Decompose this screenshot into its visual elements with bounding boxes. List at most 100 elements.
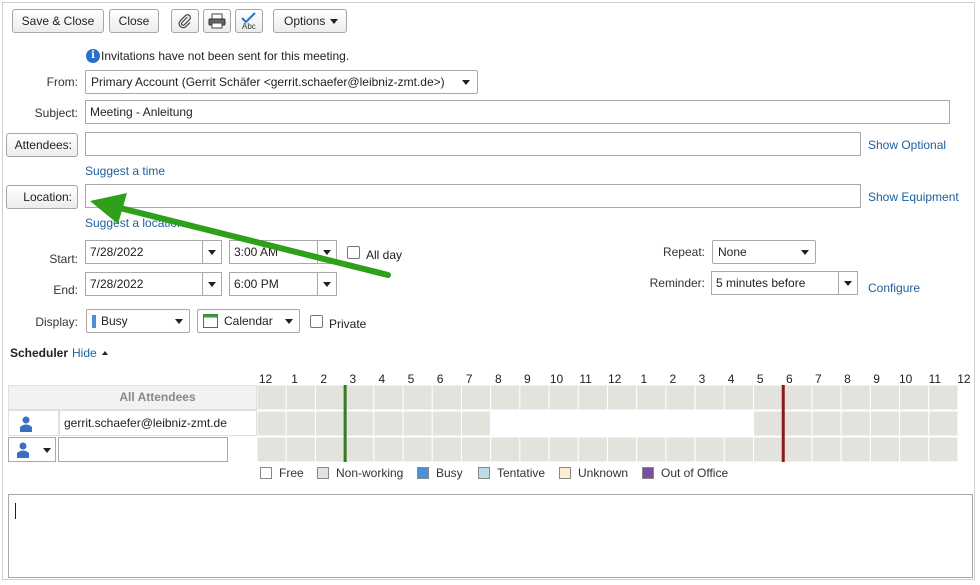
hour-label: 3 [349,372,357,386]
time-slot [928,436,958,463]
time-slot [869,410,901,437]
spellcheck-label: Abc [242,22,256,30]
start-time-dropdown[interactable] [317,240,337,264]
reminder-dropdown[interactable] [838,271,858,295]
calendar-select[interactable]: Calendar [197,309,300,333]
time-slot [460,410,492,437]
legend-label: Non-working [336,466,404,480]
legend-label: Unknown [578,466,629,480]
start-date-input[interactable]: 7/28/2022 [85,240,203,264]
attendees-input[interactable] [85,132,861,156]
hour-label: 8 [494,372,502,386]
hour-label: 11 [928,372,942,386]
time-slot [899,410,930,437]
location-button[interactable]: Location: [6,185,78,209]
printer-icon [208,13,226,29]
calendar-icon [203,314,218,328]
show-optional-link[interactable]: Show Optional [868,138,946,152]
time-slot [694,385,725,411]
display-select[interactable]: Busy [86,309,190,333]
from-label: From: [46,75,78,89]
reminder-input[interactable]: 5 minutes before [711,271,839,295]
start-time-input[interactable]: 3:00 AM [229,240,318,264]
time-slot [723,436,755,463]
time-slot [285,385,316,411]
time-slot [665,436,696,463]
hour-label: 9 [524,372,531,386]
suggest-location-link[interactable]: Suggest a location [85,216,184,230]
hour-label: 11 [579,372,592,386]
legend-label: Out of Office [661,466,729,480]
time-slot [490,436,521,463]
all-attendees-label: All Attendees [119,390,196,404]
legend-swatch [642,467,654,479]
scheduler-hide-link[interactable]: Hide [72,346,108,360]
time-slot [431,385,462,411]
repeat-select[interactable]: None [712,240,816,264]
attendee-role-cell[interactable] [8,410,59,436]
location-input[interactable] [85,184,861,208]
time-slot [753,436,784,463]
notes-editor[interactable] [8,494,973,578]
options-label: Options [284,14,326,28]
time-slot [811,410,842,437]
hour-label: 4 [727,372,735,386]
new-attendee-role-select[interactable] [8,437,56,462]
end-time-dropdown[interactable] [317,272,337,296]
suggest-time-link[interactable]: Suggest a time [85,164,165,178]
attendee-email: gerrit.schaefer@leibniz-zmt.de [59,410,257,436]
chevron-down-icon [323,282,331,287]
private-label: Private [329,317,367,331]
private-checkbox[interactable] [310,315,323,328]
scheduler-timeline [257,385,958,463]
time-slot [314,436,346,463]
time-slot [840,436,871,463]
show-equipment-link[interactable]: Show Equipment [868,190,959,204]
display-label: Display: [35,315,78,329]
chevron-down-icon [175,319,183,324]
time-slot [753,385,784,411]
time-slot [460,436,492,463]
all-day-checkbox[interactable] [347,246,360,259]
time-slot [344,385,375,411]
time-slot [344,410,375,437]
chevron-down-icon [323,250,331,255]
end-date-input[interactable]: 7/28/2022 [85,272,203,296]
time-slot [811,436,842,463]
configure-link[interactable]: Configure [868,281,920,295]
hour-label: 7 [815,372,822,386]
options-menu-button[interactable]: Options [273,9,347,33]
time-slot [314,410,346,437]
subject-input[interactable]: Meeting - Anleitung [85,100,950,124]
all-attendees-header: All Attendees [8,385,257,410]
chevron-down-icon [208,282,216,287]
text-cursor [15,503,16,519]
time-slot [607,385,638,411]
from-select[interactable]: Primary Account (Gerrit Schäfer <gerrit.… [85,70,478,94]
legend-swatch [478,467,490,479]
new-attendee-input[interactable] [58,437,228,462]
hour-label: 10 [899,372,913,386]
time-slot [840,385,871,411]
time-slot [373,385,404,411]
attendees-button[interactable]: Attendees: [6,133,78,157]
spellcheck-button[interactable]: Abc [235,9,263,33]
hour-label: 6 [436,372,444,386]
attach-button[interactable] [171,9,199,33]
start-date-picker[interactable] [202,240,222,264]
time-slot [548,436,579,463]
end-date-picker[interactable] [202,272,222,296]
repeat-value: None [718,245,747,259]
time-slot [344,436,375,463]
start-label: Start: [49,252,78,266]
time-slot [782,436,813,463]
hour-label: 8 [844,372,851,386]
chevron-down-icon [801,250,809,255]
end-time-input[interactable]: 6:00 PM [229,272,318,296]
time-slot [636,436,667,463]
time-slot [577,436,608,463]
close-button[interactable]: Close [109,9,159,33]
save-close-button[interactable]: Save & Close [12,9,104,33]
print-button[interactable] [203,9,231,33]
person-icon [17,442,29,458]
